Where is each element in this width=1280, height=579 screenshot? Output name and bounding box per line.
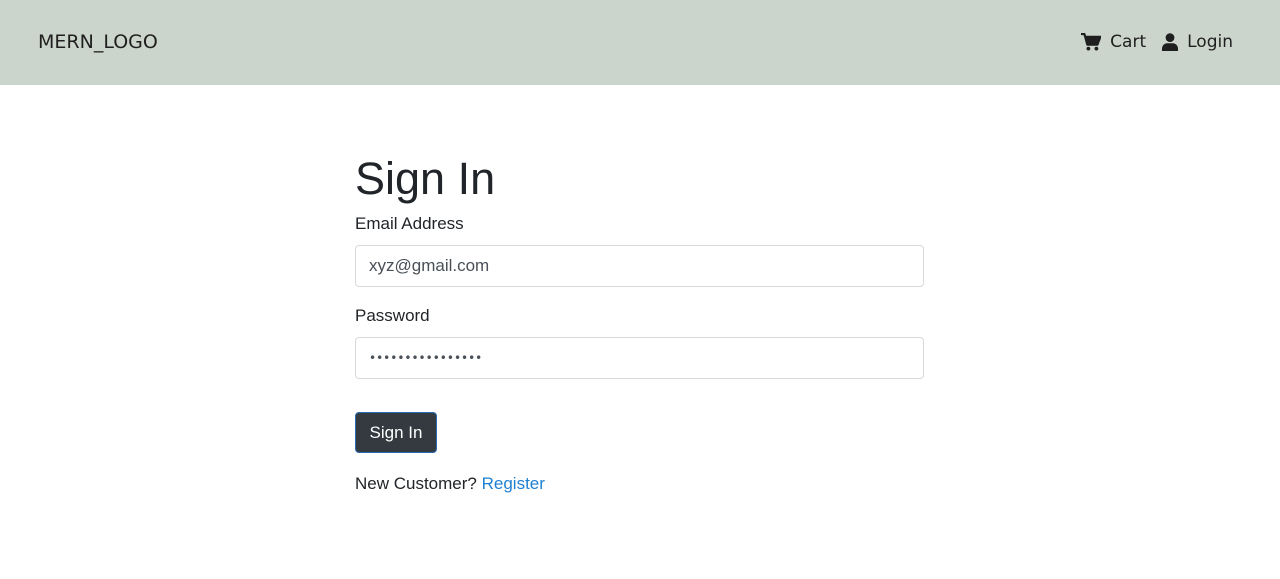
email-label: Email Address bbox=[355, 214, 464, 233]
signin-form-container: Sign In Email Address Password Sign In N… bbox=[355, 152, 924, 495]
page-title: Sign In bbox=[355, 153, 496, 204]
nav-links: Cart Login bbox=[1081, 30, 1233, 54]
nav-login-link[interactable]: Login bbox=[1162, 30, 1233, 54]
register-link[interactable]: Register bbox=[482, 474, 545, 493]
navbar: MERN_LOGO Cart Login bbox=[0, 0, 1280, 85]
brand-logo-link[interactable]: MERN_LOGO bbox=[38, 29, 158, 55]
email-field[interactable] bbox=[355, 245, 924, 287]
nav-cart-link[interactable]: Cart bbox=[1081, 30, 1146, 54]
password-label: Password bbox=[355, 306, 430, 325]
new-customer-row: New Customer? Register bbox=[355, 473, 924, 495]
cart-icon bbox=[1081, 33, 1102, 51]
nav-login-label: Login bbox=[1187, 32, 1233, 52]
nav-cart-label: Cart bbox=[1110, 32, 1147, 52]
password-field[interactable] bbox=[355, 337, 924, 379]
user-icon bbox=[1162, 33, 1179, 51]
new-customer-prompt: New Customer? bbox=[355, 474, 477, 493]
sign-in-button[interactable]: Sign In bbox=[355, 412, 437, 453]
